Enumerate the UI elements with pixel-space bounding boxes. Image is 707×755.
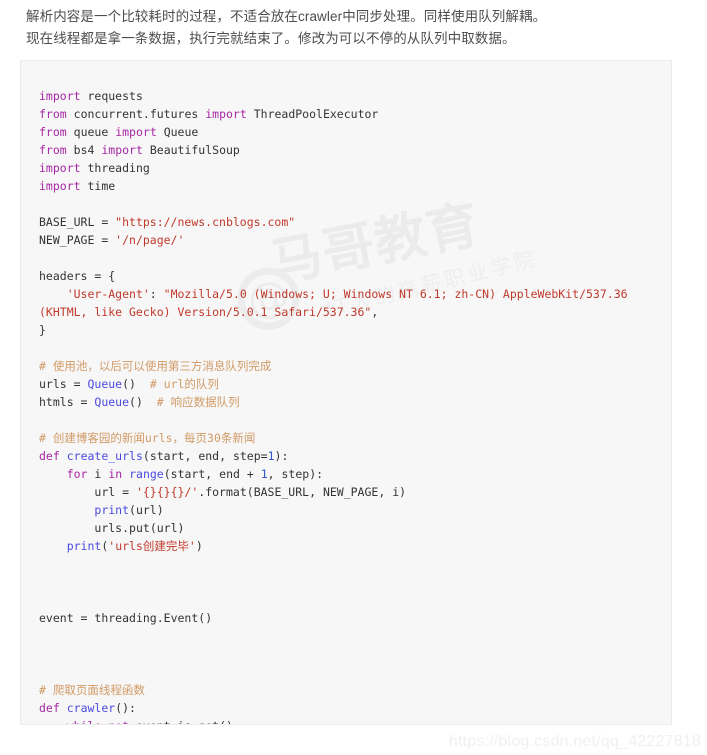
code-block[interactable]: 马哥教育 IT人的高薪职业学院 import requestsfrom conc… xyxy=(20,60,672,725)
code-content[interactable]: import requests from concurrent.futures i… xyxy=(21,73,671,725)
article-intro: 解析内容是一个比较耗时的过程，不适合放在crawler中同步处理。同样使用队列解… xyxy=(0,0,707,50)
source-url-watermark: https://blog.csdn.net/qq_42227818 xyxy=(448,733,701,750)
intro-paragraph-1: 解析内容是一个比较耗时的过程，不适合放在crawler中同步处理。同样使用队列解… xyxy=(26,9,547,24)
python-source: import requests from concurrent.futures i… xyxy=(39,88,635,725)
intro-paragraph-2: 现在线程都是拿一条数据，执行完就结束了。修改为可以不停的从队列中取数据。 xyxy=(26,31,516,46)
